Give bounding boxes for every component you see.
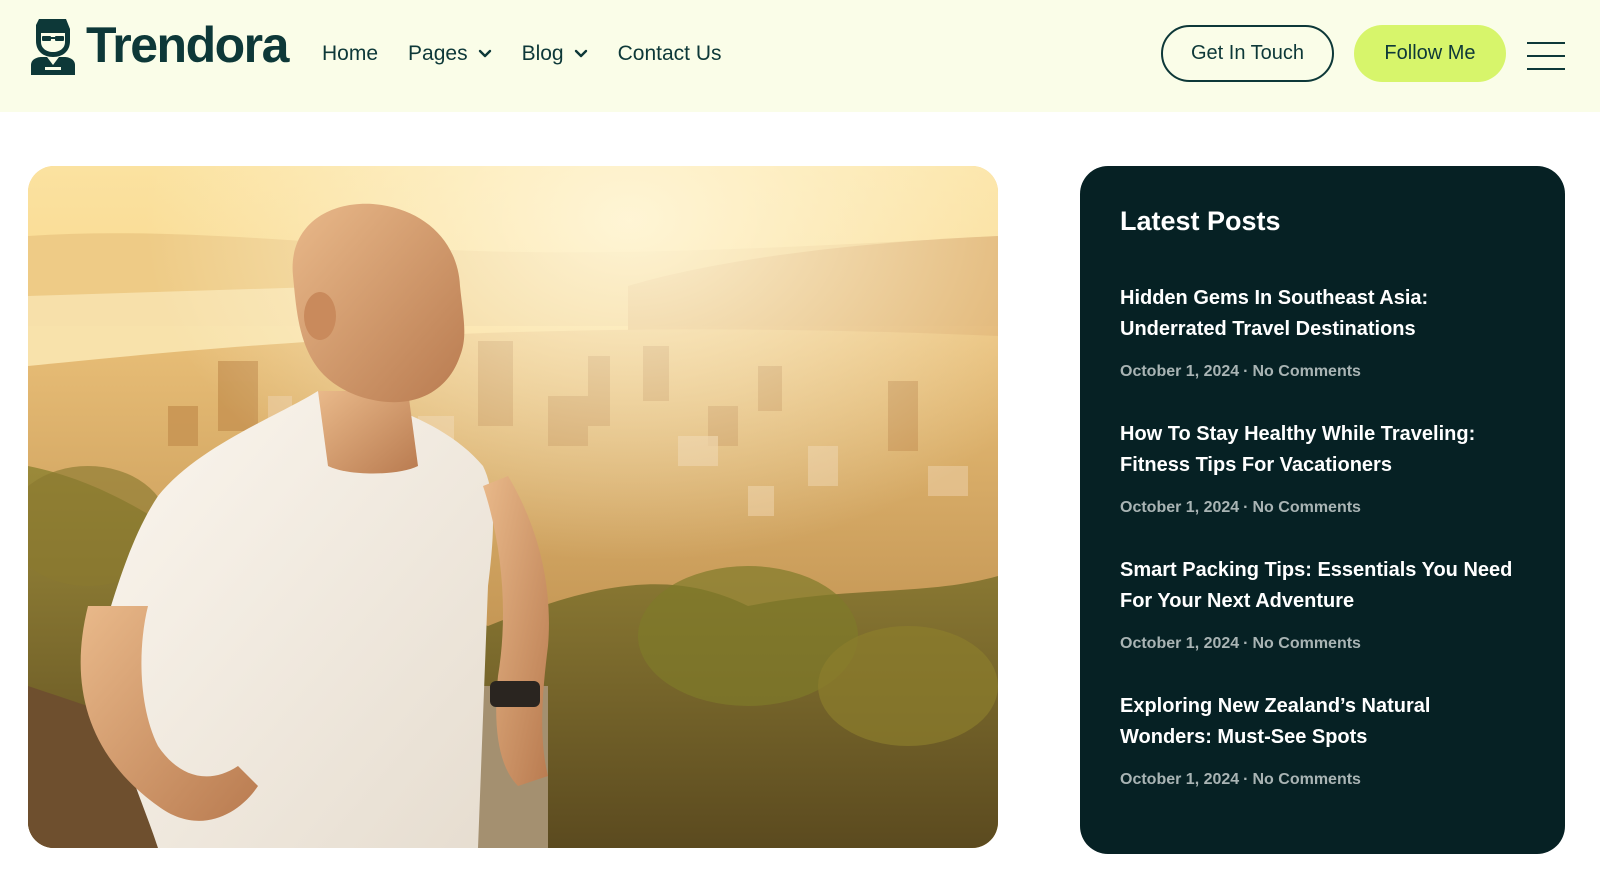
hamburger-menu-icon[interactable] xyxy=(1527,40,1565,72)
post-item: Hidden Gems In Southeast Asia: Underrate… xyxy=(1120,283,1525,381)
post-title-link[interactable]: Smart Packing Tips: Essentials You Need … xyxy=(1120,555,1525,617)
post-date-link[interactable]: October 1, 2024 xyxy=(1120,771,1239,788)
nav-item-home[interactable]: Home xyxy=(322,42,378,66)
post-comments-link[interactable]: No Comments xyxy=(1253,771,1361,788)
follow-me-button[interactable]: Follow Me xyxy=(1354,25,1506,82)
meta-separator: · xyxy=(1243,771,1249,788)
post-title-link[interactable]: Exploring New Zealand’s Natural Wonders:… xyxy=(1120,691,1525,753)
nav-label: Pages xyxy=(408,42,468,65)
post-date-link[interactable]: October 1, 2024 xyxy=(1120,499,1239,516)
person-avatar-icon xyxy=(31,19,75,75)
site-logo[interactable]: Trendora xyxy=(26,14,289,76)
post-title-link[interactable]: Hidden Gems In Southeast Asia: Underrate… xyxy=(1120,283,1525,345)
site-header: Trendora Home Pages Blog Contact Us Get … xyxy=(0,0,1600,112)
latest-posts-panel: Latest Posts Hidden Gems In Southeast As… xyxy=(1080,166,1565,854)
chevron-down-icon xyxy=(574,49,587,58)
post-item: Smart Packing Tips: Essentials You Need … xyxy=(1120,555,1525,653)
meta-separator: · xyxy=(1243,499,1249,516)
post-item: Exploring New Zealand’s Natural Wonders:… xyxy=(1120,691,1525,789)
post-title-link[interactable]: How To Stay Healthy While Traveling: Fit… xyxy=(1120,419,1525,481)
chevron-down-icon xyxy=(478,49,491,58)
runner-city-illustration xyxy=(28,166,998,848)
hero-image xyxy=(28,166,998,848)
main-nav: Home Pages Blog Contact Us xyxy=(322,34,751,74)
nav-item-blog[interactable]: Blog xyxy=(522,42,588,66)
get-in-touch-button[interactable]: Get In Touch xyxy=(1161,25,1334,82)
post-item: How To Stay Healthy While Traveling: Fit… xyxy=(1120,419,1525,517)
nav-label: Blog xyxy=(521,42,564,65)
post-comments-link[interactable]: No Comments xyxy=(1253,635,1361,652)
meta-separator: · xyxy=(1243,363,1249,380)
post-date-link[interactable]: October 1, 2024 xyxy=(1120,363,1239,380)
nav-item-contact-us[interactable]: Contact Us xyxy=(618,42,722,66)
post-meta: October 1, 2024 · No Comments xyxy=(1120,771,1525,789)
latest-posts-title: Latest Posts xyxy=(1120,206,1281,236)
meta-separator: · xyxy=(1243,635,1249,652)
post-meta: October 1, 2024 · No Comments xyxy=(1120,635,1525,653)
post-meta: October 1, 2024 · No Comments xyxy=(1120,363,1525,381)
nav-item-pages[interactable]: Pages xyxy=(408,42,492,66)
post-date-link[interactable]: October 1, 2024 xyxy=(1120,635,1239,652)
brand-name: Trendora xyxy=(86,17,289,73)
nav-label: Contact Us xyxy=(617,42,722,65)
post-comments-link[interactable]: No Comments xyxy=(1253,363,1361,380)
post-comments-link[interactable]: No Comments xyxy=(1253,499,1361,516)
post-meta: October 1, 2024 · No Comments xyxy=(1120,499,1525,517)
nav-label: Home xyxy=(322,42,379,65)
